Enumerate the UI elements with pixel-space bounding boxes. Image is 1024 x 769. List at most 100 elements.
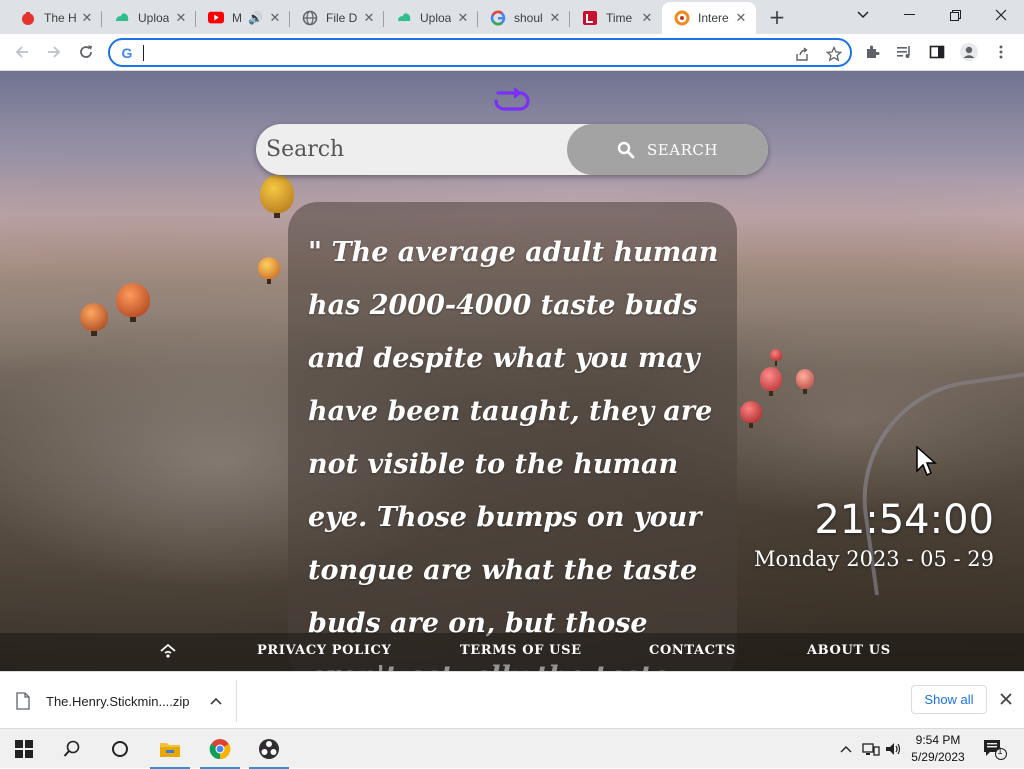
close-icon — [1000, 693, 1012, 705]
balloon-image — [260, 175, 294, 218]
search-button[interactable]: SEARCH — [567, 124, 768, 175]
green-cloud-icon — [114, 10, 130, 26]
chevron-up-icon — [840, 746, 852, 753]
loop-logo-icon[interactable] — [490, 85, 534, 111]
tab-3[interactable]: M 🔊 ✕ — [196, 2, 290, 34]
taskbar-search-button[interactable] — [48, 729, 96, 769]
close-tab-icon[interactable]: ✕ — [362, 11, 376, 25]
balloon-image — [740, 401, 762, 428]
address-bar[interactable]: G — [108, 38, 852, 67]
balloon-image — [116, 283, 150, 322]
divider — [236, 680, 237, 722]
browser-toolbar: G — [0, 34, 1024, 71]
footer-link-about[interactable]: ABOUT US — [807, 643, 891, 658]
minimize-icon — [903, 14, 915, 15]
tab-1[interactable]: The H ✕ — [8, 2, 102, 34]
google-icon — [490, 10, 506, 26]
wifi-home-icon[interactable] — [158, 641, 178, 661]
download-bar: The.Henry.Stickmin....zip Show all — [0, 671, 1024, 728]
back-button[interactable] — [10, 40, 34, 64]
close-tab-icon[interactable]: ✕ — [640, 11, 654, 25]
download-item[interactable]: The.Henry.Stickmin....zip — [16, 686, 222, 716]
tab-5[interactable]: Uploa ✕ — [384, 2, 478, 34]
obs-button[interactable] — [245, 729, 293, 769]
extensions-button[interactable] — [862, 41, 884, 63]
chrome-icon — [209, 739, 231, 760]
show-hidden-icons-button[interactable] — [836, 729, 856, 769]
tab-4[interactable]: File D ✕ — [290, 2, 384, 34]
balloon-image — [760, 367, 782, 396]
share-button[interactable] — [792, 44, 812, 64]
close-download-bar-button[interactable] — [996, 690, 1016, 710]
obs-icon — [259, 739, 279, 759]
forward-button[interactable] — [42, 40, 66, 64]
bookmark-button[interactable] — [824, 44, 844, 64]
search-bar: SEARCH — [256, 124, 768, 175]
tab-7[interactable]: Time ✕ — [570, 2, 662, 34]
close-tab-icon[interactable]: ✕ — [268, 11, 282, 25]
menu-button[interactable] — [990, 41, 1012, 63]
tab-strip: The H ✕ Uploa ✕ M 🔊 ✕ File D ✕ Uploa ✕ s — [0, 0, 1024, 34]
close-tab-icon[interactable]: ✕ — [734, 11, 748, 25]
clock-date: Monday 2023 - 05 - 29 — [754, 547, 994, 571]
taskbar-time: 9:54 PM — [915, 733, 961, 747]
tab-title: Time — [606, 11, 633, 25]
tab-active[interactable]: Intere ✕ — [662, 2, 756, 34]
balloon-image — [80, 303, 108, 336]
media-queue-icon — [897, 46, 910, 58]
start-button[interactable] — [0, 729, 48, 769]
close-tab-icon[interactable]: ✕ — [80, 11, 94, 25]
side-panel-button[interactable] — [926, 41, 948, 63]
speaker-icon[interactable]: 🔊 — [248, 11, 263, 25]
youtube-icon — [208, 10, 224, 26]
notification-count-badge: 1 — [997, 746, 1003, 756]
taskbar-clock[interactable]: 9:54 PM 5/29/2023 — [900, 732, 976, 766]
mouse-cursor-icon — [916, 446, 937, 477]
balloon-image — [796, 369, 814, 394]
quote-card: " The average adult human has 2000-4000 … — [288, 202, 737, 671]
chevron-up-icon[interactable] — [209, 697, 222, 705]
close-tab-icon[interactable]: ✕ — [548, 11, 562, 25]
page-footer: PRIVACY POLICY TERMS OF USE CONTACTS ABO… — [0, 633, 1024, 671]
chrome-button[interactable] — [196, 729, 244, 769]
tab-2[interactable]: Uploa ✕ — [102, 2, 196, 34]
network-button[interactable] — [860, 729, 882, 769]
footer-link-privacy[interactable]: PRIVACY POLICY — [257, 643, 391, 658]
globe-icon — [302, 10, 318, 26]
close-tab-icon[interactable]: ✕ — [456, 11, 470, 25]
chevron-down-icon — [857, 11, 869, 19]
text-caret — [143, 45, 144, 61]
profile-button[interactable] — [958, 41, 980, 63]
tab-search-button[interactable] — [840, 0, 886, 30]
notifications-button[interactable]: 1 — [980, 729, 1010, 769]
file-explorer-button[interactable] — [146, 729, 194, 769]
footer-link-contacts[interactable]: CONTACTS — [649, 643, 736, 658]
red-logo-icon — [20, 10, 36, 26]
media-control-button[interactable] — [894, 41, 916, 63]
task-view-button[interactable] — [96, 729, 144, 769]
search-button-label: SEARCH — [647, 140, 718, 159]
quote-text: " The average adult human has 2000-4000 … — [308, 237, 719, 671]
minimize-button[interactable] — [886, 0, 932, 30]
tab-6[interactable]: shoul ✕ — [478, 2, 570, 34]
address-input[interactable] — [142, 43, 782, 63]
new-tab-button[interactable]: + — [766, 6, 788, 28]
close-tab-icon[interactable]: ✕ — [174, 11, 188, 25]
restore-icon — [949, 9, 961, 21]
arrow-left-icon — [15, 46, 28, 58]
page-viewport: SEARCH " The average adult human has 200… — [0, 71, 1024, 671]
arrow-right-icon — [48, 46, 61, 58]
restore-button[interactable] — [932, 0, 978, 30]
folder-icon — [160, 743, 180, 757]
google-g-icon: G — [121, 45, 133, 61]
search-input[interactable] — [266, 132, 561, 166]
show-all-button[interactable]: Show all — [911, 685, 987, 714]
cortana-ring-icon — [112, 741, 128, 757]
reload-button[interactable] — [74, 40, 98, 64]
orange-ring-icon — [674, 10, 690, 26]
tab-title: Uploa — [138, 11, 170, 25]
footer-link-terms[interactable]: TERMS OF USE — [460, 643, 582, 658]
close-window-button[interactable] — [978, 0, 1024, 30]
tab-title: M — [232, 11, 242, 25]
clock-widget: 21:54:00 Monday 2023 - 05 - 29 — [754, 496, 994, 574]
